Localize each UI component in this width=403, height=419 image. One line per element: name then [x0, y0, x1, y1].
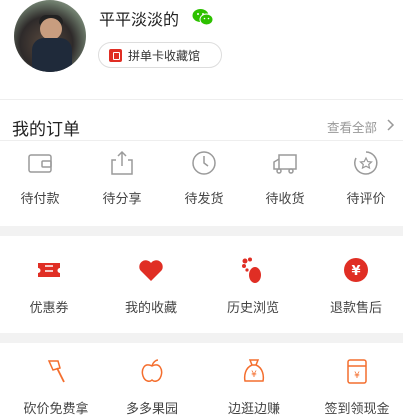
wechat-icon: [192, 9, 214, 26]
order-status-label: 待收货: [265, 192, 305, 207]
card-hall-label: 拼单卡收藏馆: [128, 48, 201, 63]
activity-label: 边逛边赚: [227, 402, 280, 417]
order-status-label: 待发货: [184, 192, 224, 207]
section-divider: [0, 333, 403, 343]
service-refunds[interactable]: ¥ 退款售后: [316, 255, 396, 316]
service-label: 优惠券: [29, 301, 69, 316]
order-status-label: 待付款: [20, 192, 60, 207]
order-status-pending-review[interactable]: 待评价: [326, 148, 403, 207]
service-label: 我的收藏: [124, 301, 177, 316]
clock-icon: [192, 151, 216, 175]
service-coupons[interactable]: 优惠券: [9, 255, 89, 316]
order-status-label: 待分享: [102, 192, 142, 207]
svg-text:¥: ¥: [251, 370, 257, 380]
refund-yen-icon: ¥: [344, 258, 368, 282]
order-status-pending-share[interactable]: 待分享: [82, 148, 162, 207]
activity-browse-earn[interactable]: ¥ 边逛边赚: [214, 356, 294, 417]
activity-label: 签到领现金: [324, 402, 390, 417]
heart-icon: [139, 260, 163, 281]
card-hall-button[interactable]: 拼单卡收藏馆: [98, 42, 222, 68]
cash-envelope-icon: ¥: [347, 359, 367, 384]
order-status-pending-payment[interactable]: 待付款: [0, 148, 80, 207]
activity-checkin-cash[interactable]: ¥ 签到领现金: [317, 356, 397, 417]
orders-title: 我的订单: [12, 120, 80, 140]
money-bag-icon: ¥: [243, 359, 265, 382]
service-label: 退款售后: [329, 301, 382, 316]
service-history[interactable]: 历史浏览: [213, 255, 293, 316]
service-label: 历史浏览: [226, 301, 279, 316]
activity-label: 砍价免费拿: [23, 402, 89, 417]
svg-text:¥: ¥: [354, 371, 360, 381]
divider: [0, 140, 403, 141]
star-rating-icon: [354, 151, 378, 175]
activity-bargain[interactable]: 砍价免费拿: [16, 356, 96, 417]
wallet-icon: [28, 154, 52, 173]
username[interactable]: 平平淡淡的: [99, 6, 179, 30]
footprint-icon: [242, 257, 261, 283]
fruit-icon: [141, 359, 163, 382]
order-status-label: 待评价: [346, 192, 386, 207]
order-status-pending-shipment[interactable]: 待发货: [164, 148, 244, 207]
divider: [0, 99, 403, 100]
view-all-orders-link[interactable]: 查看全部: [327, 117, 377, 136]
share-icon: [111, 150, 133, 175]
axe-icon: [47, 360, 65, 383]
truck-icon: [273, 154, 297, 174]
service-favorites[interactable]: 我的收藏: [111, 255, 191, 316]
section-divider: [0, 226, 403, 236]
order-status-pending-receipt[interactable]: 待收货: [245, 148, 325, 207]
activity-orchard[interactable]: 多多果园: [112, 356, 192, 417]
card-hall-icon: [109, 48, 122, 62]
activity-label: 多多果园: [125, 402, 178, 417]
avatar[interactable]: [14, 0, 86, 72]
svg-text:¥: ¥: [351, 264, 360, 279]
chevron-right-icon[interactable]: [386, 117, 396, 133]
coupon-icon: [38, 263, 60, 277]
